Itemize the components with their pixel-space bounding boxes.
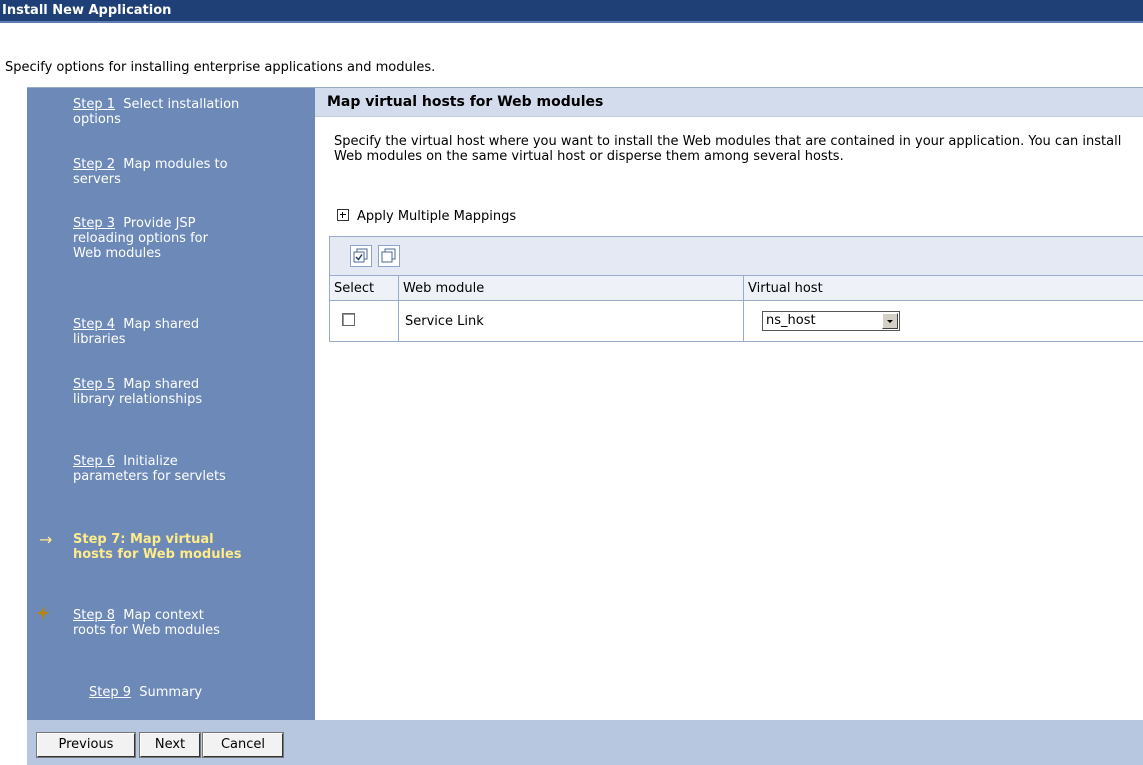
mappings-table: Select Web module Virtual host Service L… [330,276,1143,342]
content-panel: Map virtual hosts for Web modules Specif… [315,88,1143,721]
cancel-button[interactable]: Cancel [202,732,284,758]
step-6-link[interactable]: Step 6 [73,454,115,469]
column-header-virtual-host: Virtual host [743,276,1143,301]
page-intro: Specify options for installing enterpris… [5,60,436,75]
expand-plus-icon[interactable] [337,209,349,221]
dropdown-arrow-icon[interactable] [882,313,898,329]
step-5-link[interactable]: Step 5 [73,377,115,392]
select-all-icon [353,248,368,263]
apply-multiple-mappings-toggle[interactable]: Apply Multiple Mappings [337,209,516,224]
step-8-link[interactable]: Step 8 [73,608,115,623]
step-4-link[interactable]: Step 4 [73,317,115,332]
step-3-link[interactable]: Step 3 [73,216,115,231]
row-select-checkbox[interactable] [342,312,355,326]
previous-button[interactable]: Previous [36,732,136,758]
virtual-host-cell: ns_host [743,300,1143,342]
next-button[interactable]: Next [139,732,201,758]
deselect-all-button[interactable] [378,245,400,267]
content-title: Map virtual hosts for Web modules [315,88,1143,117]
column-header-web-module: Web module [398,276,744,301]
virtual-host-select-value: ns_host [766,313,816,328]
select-cell [330,300,399,342]
apply-multiple-mappings-label: Apply Multiple Mappings [357,209,517,224]
table-row: Service Link ns_host [330,300,1143,342]
table-toolbar [330,237,1143,276]
web-module-cell: Service Link [398,300,744,342]
column-header-select: Select [330,276,399,301]
wizard-button-bar: Previous Next Cancel [27,720,1143,765]
window-title: Install New Application [0,0,1143,23]
select-all-button[interactable] [350,245,372,267]
step-1-link[interactable]: Step 1 [73,97,115,112]
content-description: Specify the virtual host where you want … [334,134,1122,164]
step-7-label: Step 7: Map virtual hosts for Web module… [73,532,242,562]
wizard: Step 1 Select installation options Step … [27,87,1143,721]
step-2-link[interactable]: Step 2 [73,157,115,172]
current-step-arrow-icon: → [39,530,53,549]
wizard-steps-sidebar: Step 1 Select installation options Step … [27,88,315,721]
step-9-label: Summary [139,685,203,700]
virtual-host-select[interactable]: ns_host [762,311,900,331]
step-9-link[interactable]: Step 9 [89,685,131,700]
mappings-table-container: Select Web module Virtual host Service L… [329,236,1143,342]
next-step-marker-icon [36,606,50,620]
deselect-all-icon [381,248,396,263]
